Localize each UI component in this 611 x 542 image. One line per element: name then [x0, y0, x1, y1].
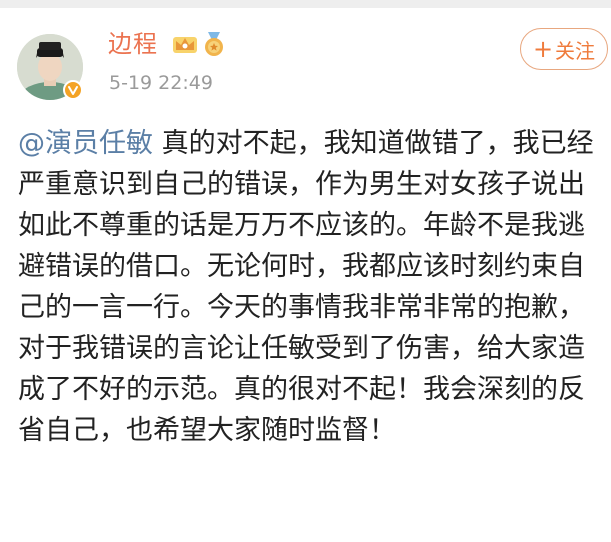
weibo-post: 边程 5-19 22:49 + 关注 @演员任敏 真的对不起，我知道做错了，我已…	[0, 8, 611, 542]
post-text: 真的对不起，我知道做错了，我已经严重意识到自己的错误，作为男生对女孩子说出如此不…	[18, 128, 594, 446]
mention-link[interactable]: @演员任敏	[18, 128, 153, 159]
username[interactable]: 边程	[108, 28, 158, 60]
post-content: @演员任敏 真的对不起，我知道做错了，我已经严重意识到自己的错误，作为男生对女孩…	[18, 123, 608, 451]
medal-icon	[205, 32, 223, 56]
follow-label: 关注	[555, 38, 596, 63]
verified-v-icon	[63, 80, 83, 100]
avatar[interactable]	[17, 34, 83, 100]
top-divider	[0, 0, 611, 8]
user-badges	[172, 31, 228, 57]
post-timestamp: 5-19 22:49	[109, 72, 213, 94]
follow-button[interactable]: + 关注	[520, 28, 608, 70]
crown-icon	[173, 37, 197, 53]
plus-icon: +	[532, 35, 554, 63]
